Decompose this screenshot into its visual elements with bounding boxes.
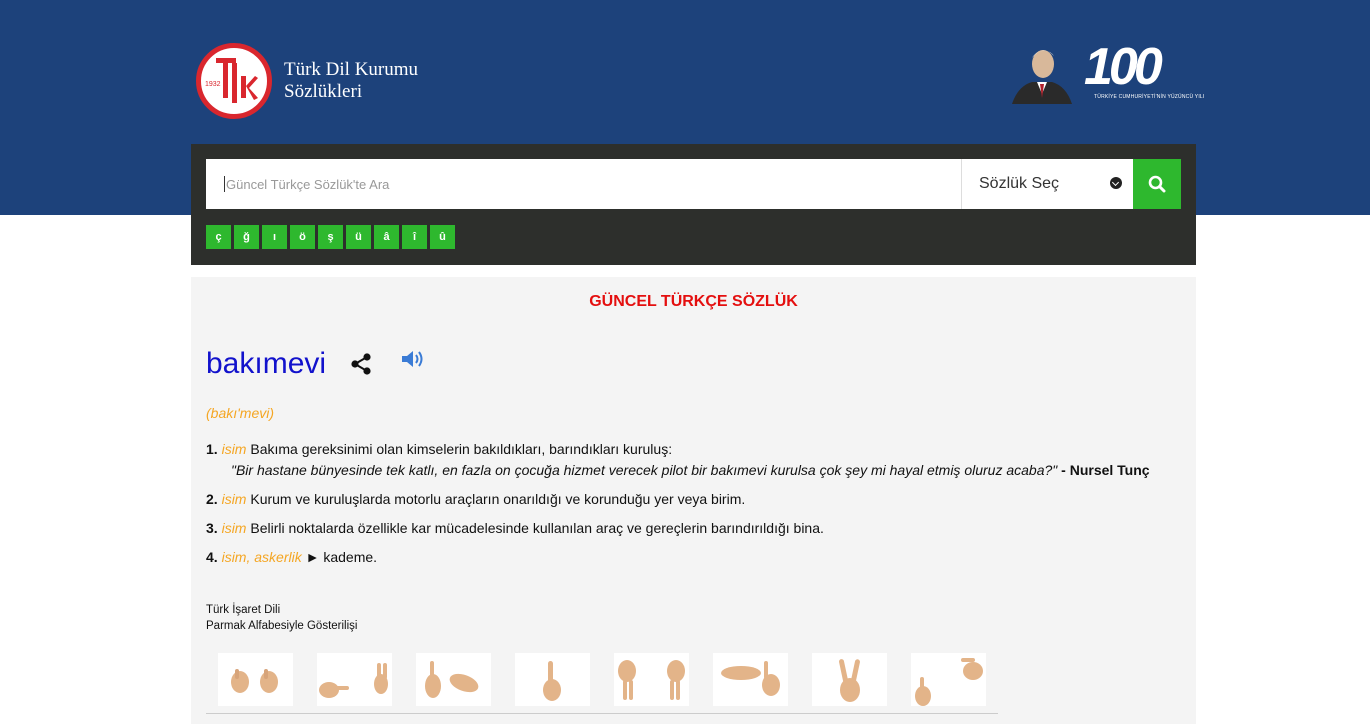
logo-title-line1: Türk Dil Kurumu xyxy=(284,59,419,80)
share-icon[interactable] xyxy=(350,352,372,376)
search-placeholder: Güncel Türkçe Sözlük'te Ara xyxy=(226,176,390,192)
char-button[interactable]: ı xyxy=(262,225,287,249)
hand-sign-b-icon xyxy=(218,653,293,706)
svg-text:1932: 1932 xyxy=(205,81,221,88)
char-button[interactable]: û xyxy=(430,225,455,249)
centennial-logo: 100 TÜRKİYE CUMHURİYETİ'NİN YÜZÜNCÜ YILI xyxy=(1084,38,1205,104)
definition-item: 1. isim Bakıma gereksinimi olan kimseler… xyxy=(206,439,1186,481)
see-also-arrow-icon: ► xyxy=(305,549,320,565)
ataturk-portrait-icon xyxy=(1010,42,1074,104)
char-button[interactable]: ö xyxy=(290,225,315,249)
pronunciation: (bakı'mevi) xyxy=(206,405,275,421)
hand-sign-m-icon xyxy=(614,653,689,706)
definition-text: Kurum ve kuruluşlarda motorlu araçların … xyxy=(250,491,746,507)
hand-sign-k-icon xyxy=(416,653,491,706)
char-button[interactable]: ğ xyxy=(234,225,259,249)
hand-sign-a-icon xyxy=(317,653,392,706)
centennial-caption: TÜRKİYE CUMHURİYETİ'NİN YÜZÜNCÜ YILI xyxy=(1094,94,1205,100)
char-button[interactable]: ü xyxy=(346,225,371,249)
definition-item: 4. isim, askerlik ► kademe. xyxy=(206,547,1186,568)
definitions-list: 1. isim Bakıma gereksinimi olan kimseler… xyxy=(206,439,1186,576)
char-button[interactable]: ç xyxy=(206,225,231,249)
text-caret xyxy=(224,176,225,192)
hand-sign-i2-icon xyxy=(911,653,986,706)
part-of-speech: isim, askerlik xyxy=(221,549,302,565)
char-button[interactable]: î xyxy=(402,225,427,249)
hand-sign-i-icon xyxy=(515,653,590,706)
definition-number: 4. xyxy=(206,549,218,565)
search-panel: Güncel Türkçe Sözlük'te Ara Sözlük Seç ç… xyxy=(191,144,1196,265)
headword-row: bakımevi xyxy=(206,347,426,381)
definition-link[interactable]: kademe. xyxy=(323,549,377,565)
special-char-bar: ç ğ ı ö ş ü â î û xyxy=(206,225,455,249)
headword: bakımevi xyxy=(206,347,327,380)
tdk-logo-link[interactable]: 1932 Türk Dil Kurumu Sözlükleri xyxy=(196,43,418,119)
search-icon xyxy=(1148,175,1166,193)
logo-title: Türk Dil Kurumu Sözlükleri xyxy=(284,59,418,103)
char-button[interactable]: ş xyxy=(318,225,343,249)
example-sep: - xyxy=(1057,462,1070,478)
search-button[interactable] xyxy=(1133,159,1181,209)
entry-content: GÜNCEL TÜRKÇE SÖZLÜK bakımevi (bakı'mevi… xyxy=(191,277,1196,724)
definition-text: Bakıma gereksinimi olan kimselerin bakıl… xyxy=(250,441,673,457)
sign-language-line1: Türk İşaret Dili xyxy=(206,604,281,616)
definition-number: 2. xyxy=(206,491,218,507)
example-sentence: "Bir hastane bünyesinde tek katlı, en fa… xyxy=(206,460,1186,481)
divider xyxy=(206,713,998,714)
logo-title-line2: Sözlükleri xyxy=(284,81,363,102)
speaker-icon[interactable] xyxy=(400,348,426,370)
definition-text: Belirli noktalarda özellikle kar mücadel… xyxy=(250,520,824,536)
sign-language-label: Türk İşaret Dili Parmak Alfabesiyle Göst… xyxy=(206,602,357,634)
example-text: "Bir hastane bünyesinde tek katlı, en fa… xyxy=(231,462,1058,478)
sign-language-line2: Parmak Alfabesiyle Gösterilişi xyxy=(206,620,358,632)
dictionary-title: GÜNCEL TÜRKÇE SÖZLÜK xyxy=(589,293,798,310)
definition-item: 2. isim Kurum ve kuruluşlarda motorlu ar… xyxy=(206,489,1186,510)
fingerspelling-row xyxy=(218,653,986,706)
part-of-speech: isim xyxy=(221,441,247,457)
part-of-speech: isim xyxy=(221,520,247,536)
char-button[interactable]: â xyxy=(374,225,399,249)
dictionary-select[interactable]: Sözlük Seç xyxy=(961,159,1133,209)
tdk-logo: 1932 xyxy=(196,43,272,119)
definition-number: 1. xyxy=(206,441,218,457)
centennial-number: 100 xyxy=(1084,38,1163,96)
chevron-down-icon xyxy=(1110,177,1122,189)
tdk-emblem-icon: 1932 xyxy=(205,58,258,103)
part-of-speech: isim xyxy=(221,491,247,507)
search-input[interactable]: Güncel Türkçe Sözlük'te Ara xyxy=(206,159,961,209)
hand-sign-v-icon xyxy=(812,653,887,706)
hand-sign-e-icon xyxy=(713,653,788,706)
dictionary-select-label: Sözlük Seç xyxy=(979,175,1060,192)
definition-item: 3. isim Belirli noktalarda özellikle kar… xyxy=(206,518,1186,539)
definition-number: 3. xyxy=(206,520,218,536)
example-author: Nursel Tunç xyxy=(1069,462,1150,478)
